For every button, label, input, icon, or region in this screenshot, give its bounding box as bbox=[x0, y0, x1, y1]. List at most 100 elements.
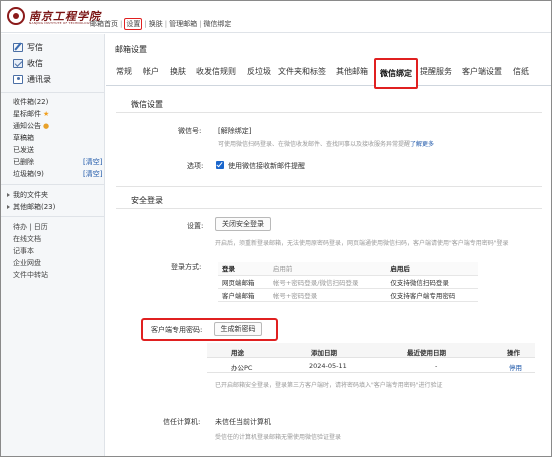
sidebar-tool-label: 待办 | 日历 bbox=[13, 223, 48, 231]
sidebar-tool-label: 企业网盘 bbox=[13, 259, 41, 267]
sidebar-item-starred[interactable]: 星标邮件 ★ bbox=[13, 109, 49, 119]
receive-label: 收信 bbox=[27, 59, 43, 68]
expand-arrow-icon bbox=[7, 205, 10, 209]
tab-reminders[interactable]: 提醒服务 bbox=[420, 66, 452, 77]
page-title: 邮箱设置 bbox=[115, 45, 147, 54]
wechat-notify-checkbox[interactable] bbox=[216, 161, 224, 169]
tab-other-mailboxes[interactable]: 其他邮箱 bbox=[336, 66, 368, 77]
sidebar-tool-notepad[interactable]: 记事本 bbox=[13, 246, 34, 256]
table-cell: 仅支持微信扫码登录 bbox=[386, 275, 478, 289]
tab-client-settings[interactable]: 客户端设置 bbox=[462, 66, 502, 77]
trusted-computer-label: 信任计算机: bbox=[163, 418, 201, 426]
table-header: 用途 bbox=[231, 349, 244, 357]
table-cell: - bbox=[435, 362, 438, 370]
sidebar-tool-label: 在线文档 bbox=[13, 235, 41, 243]
wechat-notify-option-text: 使用微信接收新邮件提醒 bbox=[228, 162, 305, 170]
sidebar-item-spam[interactable]: 垃圾箱(9) bbox=[13, 169, 44, 179]
sidebar-item-label: 星标邮件 bbox=[13, 110, 41, 118]
table-header: 启用前 bbox=[268, 262, 387, 276]
section-divider bbox=[116, 112, 542, 113]
section-divider bbox=[116, 186, 542, 187]
sidebar-group-other-mailboxes[interactable]: 其他邮箱(23) bbox=[7, 202, 55, 212]
expand-arrow-icon bbox=[7, 193, 10, 197]
sidebar-tool-todo-calendar[interactable]: 待办 | 日历 bbox=[13, 222, 48, 232]
table-cell: 办公PC bbox=[231, 364, 253, 372]
sidebar-item-drafts[interactable]: 草稿箱 bbox=[13, 133, 34, 143]
learn-more-link[interactable]: 了解更多 bbox=[410, 141, 434, 148]
wechat-label: 微信号: bbox=[178, 127, 202, 135]
client-password-label: 客户端专用密码: bbox=[151, 326, 203, 334]
wechat-description: 可使用微信扫码登录、在微信收发邮件、查找同事以及接收服务异常提醒了解更多 bbox=[218, 139, 434, 148]
nav-settings[interactable]: 设置 bbox=[124, 18, 143, 30]
tab-stationery[interactable]: 信纸 bbox=[513, 66, 529, 77]
sidebar-tool-label: 记事本 bbox=[13, 247, 34, 255]
sidebar-divider bbox=[1, 92, 105, 93]
table-header-row: 用途 添加日期 最近使用日期 操作 bbox=[207, 343, 535, 358]
nav-switch-skin[interactable]: 换肤 bbox=[149, 19, 163, 29]
sidebar-item-sent[interactable]: 已发送 bbox=[13, 145, 34, 155]
sidebar-item-inbox[interactable]: 收件箱(22) bbox=[13, 97, 48, 107]
disable-password-link[interactable]: 停用 bbox=[509, 362, 522, 372]
nav-wechat-bind[interactable]: 微信绑定 bbox=[203, 19, 231, 29]
school-seal-icon bbox=[7, 7, 25, 25]
table-cell: 仅支持客户端专用密码 bbox=[386, 288, 478, 302]
tab-skin[interactable]: 换肤 bbox=[170, 66, 186, 77]
sidebar-item-label: 草稿箱 bbox=[13, 134, 34, 142]
write-button[interactable]: 写信 bbox=[13, 42, 43, 53]
top-nav: 邮箱首页 | 设置 | 换肤 | 管理邮箱 | 微信绑定 bbox=[90, 18, 231, 30]
clear-deleted-link[interactable]: [清空] bbox=[83, 157, 102, 167]
generate-password-button[interactable]: 生成新密码 bbox=[214, 322, 262, 336]
school-logo[interactable]: 南京工程学院 NANJING INSTITUTE OF TECHNOLOGY bbox=[7, 7, 100, 27]
sidebar-item-label: 通知公告 bbox=[13, 122, 41, 130]
star-icon: ● bbox=[43, 122, 50, 130]
nav-separator: | bbox=[164, 20, 168, 28]
wechat-desc-text: 可使用微信扫码登录、在微信收发邮件、查找同事以及接收服务异常提醒 bbox=[218, 141, 411, 148]
table-cell: 客户端邮箱 bbox=[218, 288, 269, 302]
tab-general[interactable]: 常规 bbox=[116, 66, 132, 77]
nav-separator: | bbox=[199, 20, 202, 28]
sidebar-tool-enterprise-drive[interactable]: 企业网盘 bbox=[13, 258, 41, 268]
contacts-button[interactable]: 通讯录 bbox=[13, 74, 51, 85]
sidebar-tool-label: 文件中转站 bbox=[13, 271, 48, 279]
sidebar: 写信 收信 通讯录 收件箱(22) 星标邮件 ★ 通知公告 ● 草稿箱 已发送 已删… bbox=[1, 34, 105, 456]
table-header-row: 登录 启用前 启用后 bbox=[218, 262, 478, 276]
table-row: 网页端邮箱 帐号+密码登录/微信扫码登录 仅支持微信扫码登录 bbox=[218, 275, 478, 289]
tab-wechat-binding[interactable]: 微信绑定 bbox=[374, 58, 418, 89]
sidebar-tool-file-transfer[interactable]: 文件中转站 bbox=[13, 270, 48, 280]
sidebar-item-notices[interactable]: 通知公告 ● bbox=[13, 121, 49, 131]
sidebar-group-label: 我的文件夹 bbox=[13, 191, 48, 199]
unbind-link[interactable]: [解除绑定] bbox=[218, 126, 251, 136]
compose-icon bbox=[13, 43, 23, 52]
table-cell: 帐号+密码登录 bbox=[268, 288, 387, 302]
nav-separator: | bbox=[144, 20, 147, 28]
client-password-description: 已开启邮箱安全登录，登录第三方客户端时，请将密码填入"客户端专用密码"进行验证 bbox=[215, 382, 443, 389]
sidebar-group-label: 其他邮箱(23) bbox=[13, 203, 56, 211]
table-header: 登录 bbox=[218, 262, 269, 276]
contacts-label: 通讯录 bbox=[27, 75, 51, 84]
clear-spam-link[interactable]: [清空] bbox=[83, 169, 102, 179]
sidebar-tool-online-docs[interactable]: 在线文档 bbox=[13, 234, 41, 244]
close-secure-login-button[interactable]: 关闭安全登录 bbox=[215, 217, 271, 231]
tab-folders-labels[interactable]: 文件夹和标签 bbox=[278, 66, 326, 77]
sidebar-item-deleted[interactable]: 已删除 bbox=[13, 157, 34, 167]
inbox-receive-icon bbox=[13, 59, 23, 68]
sidebar-group-my-folders[interactable]: 我的文件夹 bbox=[7, 190, 48, 200]
tab-mail-rules[interactable]: 收发信规则 bbox=[196, 66, 236, 77]
tab-anti-spam[interactable]: 反垃圾 bbox=[247, 66, 271, 77]
login-method-table: 登录 启用前 启用后 网页端邮箱 帐号+密码登录/微信扫码登录 仅支持微信扫码登… bbox=[218, 262, 478, 302]
contacts-icon bbox=[13, 75, 23, 84]
receive-button[interactable]: 收信 bbox=[13, 58, 43, 69]
table-cell: 网页端邮箱 bbox=[218, 275, 269, 289]
nav-mail-home[interactable]: 邮箱首页 bbox=[90, 19, 118, 29]
nav-separator: | bbox=[120, 20, 123, 28]
setting-label: 设置: bbox=[187, 222, 204, 230]
sidebar-item-label: 已删除 bbox=[13, 158, 34, 166]
table-cell: 帐号+密码登录/微信扫码登录 bbox=[268, 275, 387, 289]
tab-account[interactable]: 帐户 bbox=[143, 66, 159, 77]
secure-login-description: 开启后，须重新登录邮箱，无法使用原密码登录，网页端通使用微信扫码，客户端请使用"… bbox=[215, 240, 509, 247]
table-header: 添加日期 bbox=[311, 349, 337, 357]
wechat-section-title: 微信设置 bbox=[131, 100, 163, 109]
table-header: 最近使用日期 bbox=[407, 349, 446, 357]
table-header: 启用后 bbox=[386, 262, 478, 276]
nav-manage-mail[interactable]: 管理邮箱 bbox=[169, 19, 197, 29]
